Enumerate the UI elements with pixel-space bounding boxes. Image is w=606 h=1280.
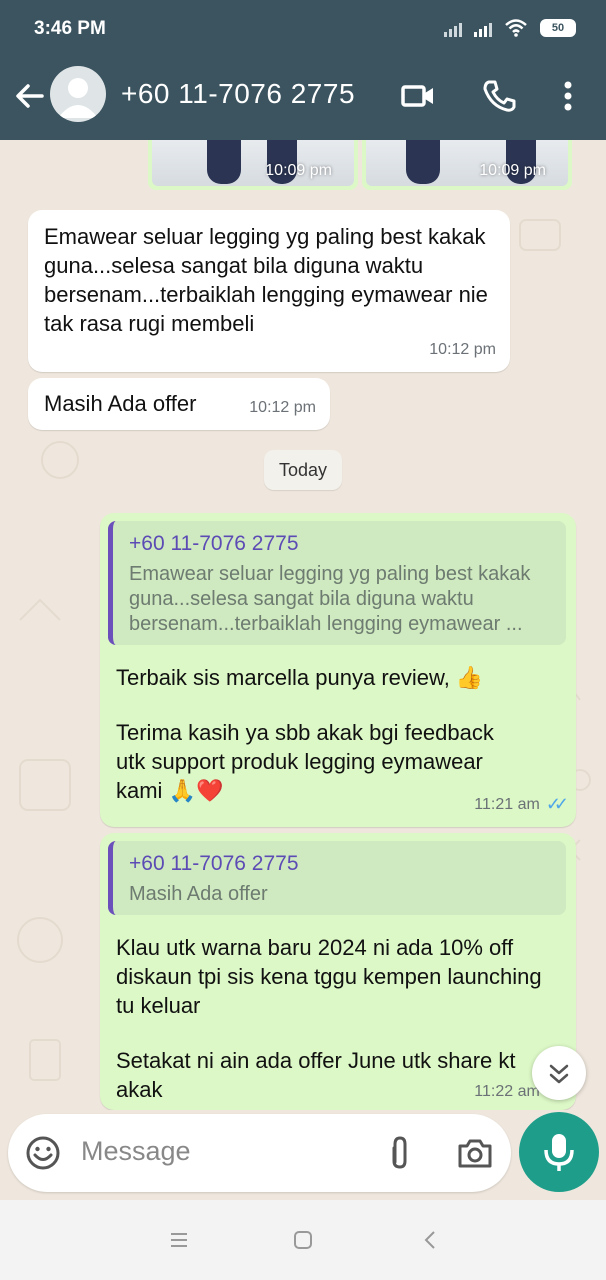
quoted-text: Emawear seluar legging yg paling best ka… xyxy=(129,563,531,635)
quoted-message[interactable]: +60 11-7076 2775 Emawear seluar legging … xyxy=(108,521,566,645)
default-avatar-icon xyxy=(58,78,98,118)
status-icons: 50 xyxy=(444,18,576,38)
back-arrow-icon[interactable] xyxy=(12,78,48,114)
avatar[interactable] xyxy=(50,66,106,122)
home-icon[interactable] xyxy=(289,1226,317,1254)
video-call-icon[interactable] xyxy=(398,76,438,116)
read-ticks-icon: ✓✓ xyxy=(545,794,569,814)
battery-icon: 50 xyxy=(540,19,576,37)
status-time: 3:46 PM xyxy=(34,18,106,39)
message-time: 10:09 pm xyxy=(265,162,332,179)
message-time: 10:12 pm xyxy=(249,399,316,416)
message-time: 10:12 pm xyxy=(429,341,496,358)
quoted-message[interactable]: +60 11-7076 2775 Masih Ada offer xyxy=(108,841,566,915)
message-text: Emawear seluar legging yg paling best ka… xyxy=(44,224,488,336)
recent-apps-icon[interactable] xyxy=(165,1226,193,1254)
message-time: 10:09 pm xyxy=(479,162,546,179)
attach-icon[interactable] xyxy=(381,1134,419,1172)
image-message[interactable]: 10:09 pm xyxy=(148,140,358,190)
double-chevron-down-icon xyxy=(549,1064,569,1084)
image-thumbnail[interactable]: 10:09 pm xyxy=(152,140,354,186)
chat-header: +60 11-7076 2775 xyxy=(0,58,606,140)
camera-icon[interactable] xyxy=(456,1134,494,1172)
microphone-icon xyxy=(544,1134,574,1171)
message-time: 11:22 am xyxy=(474,1083,540,1100)
signal-icon-2 xyxy=(474,19,492,37)
image-thumbnail[interactable]: 10:09 pm xyxy=(366,140,568,186)
system-nav-bar xyxy=(0,1200,606,1280)
message-text: Klau utk warna baru 2024 ni ada 10% off … xyxy=(116,935,542,1018)
outgoing-message[interactable]: +60 11-7076 2775 Emawear seluar legging … xyxy=(100,513,576,827)
more-options-icon[interactable] xyxy=(548,76,588,116)
outgoing-message[interactable]: +60 11-7076 2775 Masih Ada offer Klau ut… xyxy=(100,833,576,1110)
message-input[interactable]: Message xyxy=(81,1136,191,1167)
contact-name[interactable]: +60 11-7076 2775 xyxy=(121,78,355,110)
system-back-icon[interactable] xyxy=(416,1226,444,1254)
signal-icon xyxy=(444,19,462,37)
emoji-icon[interactable] xyxy=(24,1134,62,1172)
chat-area[interactable]: 10:09 pm 10:09 pm Emawear seluar legging… xyxy=(0,140,606,1110)
wifi-icon xyxy=(505,19,527,37)
quoted-sender: +60 11-7076 2775 xyxy=(129,532,299,555)
message-composer[interactable]: Message xyxy=(8,1114,511,1192)
quoted-text: Masih Ada offer xyxy=(129,883,268,905)
image-message[interactable]: 10:09 pm xyxy=(362,140,572,190)
day-separator: Today xyxy=(264,450,342,490)
scroll-to-bottom-button[interactable] xyxy=(532,1046,586,1100)
voice-record-button[interactable] xyxy=(519,1112,599,1192)
message-text: Terbaik sis marcella punya review, 👍 xyxy=(116,665,484,690)
incoming-message[interactable]: Masih Ada offer 10:12 pm xyxy=(28,378,330,430)
message-time: 11:21 am xyxy=(474,796,540,813)
voice-call-icon[interactable] xyxy=(479,76,519,116)
incoming-message[interactable]: Emawear seluar legging yg paling best ka… xyxy=(28,210,510,372)
status-bar: 3:46 PM 50 xyxy=(0,0,606,58)
quoted-sender: +60 11-7076 2775 xyxy=(129,852,299,875)
